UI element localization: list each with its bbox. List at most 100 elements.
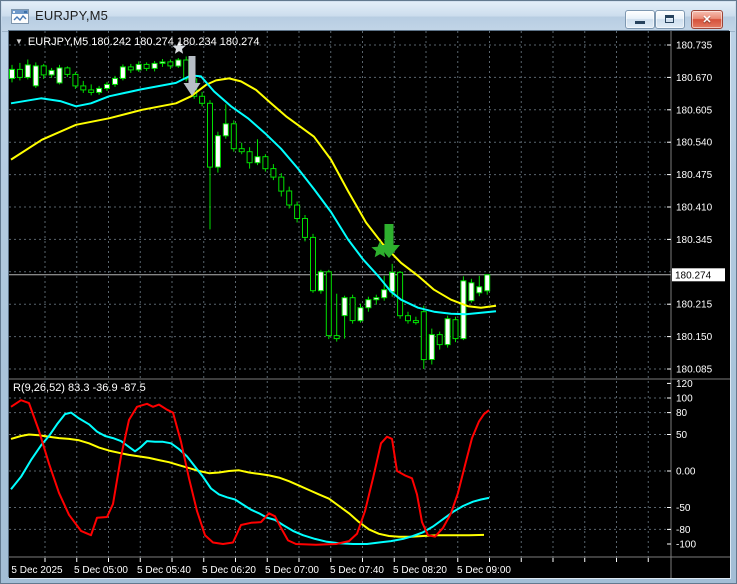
- candle-body: [159, 61, 166, 64]
- candle: [88, 84, 95, 96]
- candle: [270, 164, 277, 181]
- price-label: 180.085: [676, 365, 713, 376]
- signal-markers: [172, 41, 400, 258]
- candle: [381, 275, 388, 301]
- price-label: 180.150: [676, 332, 713, 343]
- candle-body: [484, 274, 491, 292]
- candle-body: [230, 123, 237, 150]
- candle: [9, 64, 15, 83]
- candle-body: [405, 315, 411, 322]
- candle-body: [48, 69, 55, 76]
- oscillator-label: 80: [676, 408, 688, 419]
- candle: [32, 62, 39, 88]
- candle-body: [381, 289, 388, 299]
- restore-button[interactable]: [655, 10, 685, 29]
- candle-body: [199, 95, 206, 104]
- candle-body: [302, 218, 308, 238]
- candle-body: [317, 271, 324, 292]
- restore-icon: [665, 15, 674, 23]
- time-label: 5 Dec 08:20: [393, 565, 447, 576]
- candle-body: [119, 66, 126, 79]
- candle: [262, 154, 269, 172]
- price-label: 180.670: [676, 73, 713, 84]
- collapse-arrow-icon[interactable]: ▼: [15, 37, 23, 46]
- candle-body: [262, 156, 269, 170]
- chart-client-area: 180.735 180.670 180.605 180.540 180.475 180.4…: [9, 31, 730, 578]
- candle-body: [112, 77, 118, 85]
- candle-body: [333, 335, 340, 340]
- app-window: EURJPY,M5 ✕ 180.735 180.670 180.605 180.540…: [0, 0, 737, 584]
- chart-window-icon: [11, 9, 29, 24]
- candle-body: [460, 280, 467, 340]
- minimize-button[interactable]: [625, 10, 655, 29]
- candle: [96, 85, 103, 95]
- candle: [214, 131, 221, 173]
- candle: [349, 294, 356, 324]
- candle-body: [135, 63, 142, 71]
- candle-body: [444, 318, 451, 346]
- candle: [112, 75, 118, 87]
- candle: [397, 271, 404, 319]
- chart-ohlc-header: ▼ EURJPY,M5 180.242 180.274 180.234 180.2…: [15, 36, 260, 48]
- candle-body: [32, 65, 39, 87]
- candle: [436, 331, 443, 350]
- oscillator-lines: [10, 399, 490, 546]
- close-button[interactable]: ✕: [691, 10, 723, 29]
- candle-body: [428, 334, 435, 361]
- time-label: 5 Dec 06:20: [202, 565, 256, 576]
- title-bar[interactable]: EURJPY,M5 ✕: [2, 2, 735, 32]
- current-price-label: 180.274: [675, 270, 712, 281]
- price-axis[interactable]: 180.735 180.670 180.605 180.540 180.475 180.4…: [667, 41, 725, 376]
- candle-body: [357, 307, 364, 322]
- oscillator-label: 0.00: [676, 467, 696, 478]
- candle-body: [397, 271, 404, 317]
- close-icon: ✕: [702, 13, 712, 26]
- candle: [48, 67, 55, 78]
- candle: [24, 59, 31, 80]
- candle: [143, 62, 150, 71]
- oscillator-label: 100: [676, 394, 693, 405]
- candle: [420, 305, 427, 369]
- candle: [468, 278, 475, 303]
- minimize-icon: [635, 21, 645, 24]
- candle: [484, 274, 491, 295]
- oscillator-label: -50: [676, 503, 691, 514]
- candle-body: [16, 68, 23, 78]
- grid-lines: [9, 31, 671, 558]
- candle-body: [175, 59, 182, 67]
- candle-body: [104, 83, 110, 89]
- candle: [476, 275, 483, 297]
- chart-canvas[interactable]: 180.735 180.670 180.605 180.540 180.475 180.4…: [9, 31, 730, 578]
- time-label: 5 Dec 2025: [11, 565, 63, 576]
- candle-body: [127, 66, 134, 71]
- candle-body: [310, 236, 316, 292]
- time-axis[interactable]: 5 Dec 2025 5 Dec 05:00 5 Dec 05:40 5 Dec 06…: [11, 558, 649, 576]
- candle: [119, 64, 126, 81]
- price-label: 180.735: [676, 41, 713, 52]
- candle: [80, 80, 87, 93]
- candle: [151, 61, 158, 72]
- candle: [159, 59, 166, 67]
- candle: [365, 296, 372, 312]
- candle: [452, 316, 459, 343]
- ma-slow-yellow: [10, 77, 497, 309]
- candle-body: [246, 151, 253, 164]
- candle-body: [420, 311, 427, 361]
- candle-body: [143, 63, 150, 69]
- candle-body: [412, 320, 419, 324]
- oscillator-cyan-line: [10, 411, 490, 545]
- candles: [9, 56, 491, 369]
- candle-body: [452, 319, 459, 340]
- candle-body: [80, 85, 87, 91]
- candle: [302, 215, 308, 242]
- candle: [246, 147, 253, 169]
- price-label: 180.475: [676, 170, 713, 181]
- candle: [341, 295, 348, 339]
- candle-body: [167, 61, 174, 67]
- candle-body: [476, 286, 483, 294]
- candle-body: [349, 297, 356, 322]
- candle-body: [64, 67, 71, 75]
- candle-body: [24, 64, 31, 78]
- candle-body: [96, 87, 103, 93]
- candle: [317, 269, 324, 294]
